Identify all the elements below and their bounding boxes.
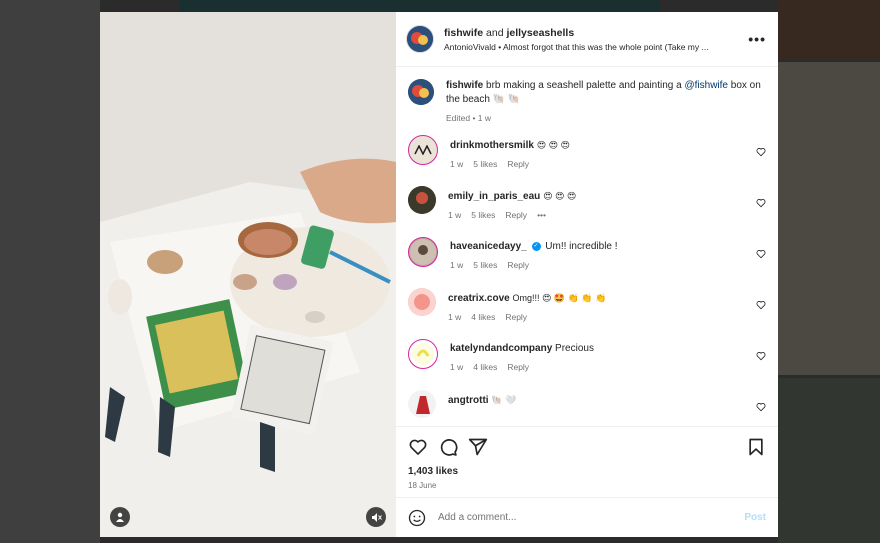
comment-heart-icon[interactable]: [756, 249, 766, 259]
verified-badge-icon: ✓: [531, 241, 541, 251]
comment-username[interactable]: haveanicedayy_: [450, 241, 527, 252]
post-details-panel: fishwife and jellyseashells AntonioVival…: [396, 12, 778, 537]
comment-time: 1 w: [448, 312, 462, 322]
comment-item: haveanicedayy_ ✓ Um!! incredible ! 1 w 5…: [408, 237, 766, 288]
share-icon[interactable]: [468, 437, 488, 457]
reply-button[interactable]: Reply: [507, 159, 529, 169]
comment-item: angtrotti 🐚 🤍: [408, 390, 766, 426]
caption-avatar-image: [408, 79, 434, 105]
caption-mention[interactable]: @fishwife: [685, 80, 729, 91]
comment-time: 1 w: [450, 260, 464, 270]
post-authors: fishwife and jellyseashells: [444, 27, 748, 39]
caption-text: brb making a seashell palette and painti…: [486, 80, 682, 91]
audio-attribution[interactable]: AntonioVivald • Almost forgot that this …: [444, 42, 748, 52]
comment-heart-icon[interactable]: [756, 351, 766, 361]
comment-likes[interactable]: 4 likes: [471, 312, 495, 322]
comment-likes[interactable]: 5 likes: [473, 159, 497, 169]
author-avatar[interactable]: [406, 25, 434, 53]
post-modal: fishwife and jellyseashells AntonioVival…: [100, 12, 778, 537]
post-caption: fishwife brb making a seashell palette a…: [408, 67, 766, 127]
comment-username[interactable]: emily_in_paris_eau: [448, 191, 540, 202]
comment-text: 🐚 🤍: [491, 395, 517, 405]
comment-item: katelyndandcompany Precious 1 w 4 likes …: [408, 339, 766, 390]
comment-heart-icon[interactable]: [756, 198, 766, 208]
comment-username[interactable]: creatrix.cove: [448, 293, 510, 304]
comment-likes[interactable]: 5 likes: [473, 260, 497, 270]
comment-more-options-icon[interactable]: •••: [537, 210, 546, 220]
comment-text: 😍 😍 😍: [536, 140, 570, 150]
comment-avatar[interactable]: [408, 288, 436, 316]
heart-icon[interactable]: [408, 437, 428, 457]
comment-username[interactable]: angtrotti: [448, 395, 489, 406]
comment-time: 1 w: [450, 362, 464, 372]
comment-username[interactable]: katelyndandcompany: [450, 343, 552, 354]
comment-time: 1 w: [450, 159, 464, 169]
comment-avatar[interactable]: [408, 186, 436, 214]
comment-avatar-image: [408, 390, 436, 418]
add-comment-bar: Post: [396, 497, 778, 537]
comment-avatar-image: [412, 343, 434, 365]
author-avatar-image: [407, 26, 433, 52]
post-header: fishwife and jellyseashells AntonioVival…: [396, 12, 778, 67]
post-video[interactable]: [100, 12, 396, 537]
comment-item: drinkmothersmilk 😍 😍 😍 1 w 5 likes Reply: [408, 135, 766, 186]
reply-button[interactable]: Reply: [505, 210, 527, 220]
comment-text: Um!! incredible !: [545, 241, 618, 252]
comment-time: 1 w: [448, 210, 462, 220]
comment-icon[interactable]: [438, 437, 458, 457]
comment-text: Omg!!! 😍 🤩 👏 👏 👏: [512, 293, 607, 303]
comment-item: emily_in_paris_eau 😍 😍 😍 1 w 5 likes Rep…: [408, 186, 766, 237]
comment-avatar-image: [410, 239, 436, 265]
mute-icon: [371, 512, 382, 522]
comment-heart-icon[interactable]: [756, 300, 766, 310]
beach-scene-image: [100, 12, 396, 537]
comment-heart-icon[interactable]: [756, 147, 766, 157]
comment-username[interactable]: drinkmothersmilk: [450, 140, 534, 151]
author-name[interactable]: fishwife: [444, 27, 483, 39]
comment-likes[interactable]: 4 likes: [473, 362, 497, 372]
coauthor-name[interactable]: jellyseashells: [506, 27, 574, 39]
comment-avatar[interactable]: [408, 237, 438, 267]
comment-avatar[interactable]: [408, 339, 438, 369]
reply-button[interactable]: Reply: [507, 362, 529, 372]
post-button[interactable]: Post: [744, 512, 766, 523]
comment-avatar-image: [414, 145, 432, 155]
reply-button[interactable]: Reply: [507, 260, 529, 270]
comment-avatar-image: [408, 288, 436, 316]
comment-text: Precious: [555, 343, 594, 354]
comment-likes[interactable]: 5 likes: [471, 210, 495, 220]
caption-meta: Edited • 1 w: [446, 113, 492, 123]
caption-username[interactable]: fishwife: [446, 80, 483, 91]
comment-avatar[interactable]: [408, 390, 436, 418]
comment-text: 😍 😍 😍: [543, 191, 577, 201]
comment-heart-icon[interactable]: [756, 402, 766, 412]
more-options-icon[interactable]: •••: [748, 31, 766, 47]
save-icon[interactable]: [746, 437, 766, 457]
mute-button[interactable]: [366, 507, 386, 527]
comment-avatar-image: [408, 186, 436, 214]
user-tag-button[interactable]: [110, 507, 130, 527]
author-connector: and: [486, 26, 504, 39]
comment-item: creatrix.cove Omg!!! 😍 🤩 👏 👏 👏 1 w 4 lik…: [408, 288, 766, 339]
post-date[interactable]: 18 June: [396, 477, 778, 497]
reply-button[interactable]: Reply: [505, 312, 527, 322]
user-tag-icon: [116, 512, 124, 522]
post-actions: [396, 426, 778, 466]
likes-count[interactable]: 1,403 likes: [396, 466, 778, 477]
comment-input[interactable]: [436, 511, 745, 524]
caption-avatar[interactable]: [408, 79, 434, 105]
emoji-icon[interactable]: [408, 509, 426, 527]
comments-list[interactable]: fishwife brb making a seashell palette a…: [396, 67, 778, 426]
comment-avatar[interactable]: [408, 135, 438, 165]
